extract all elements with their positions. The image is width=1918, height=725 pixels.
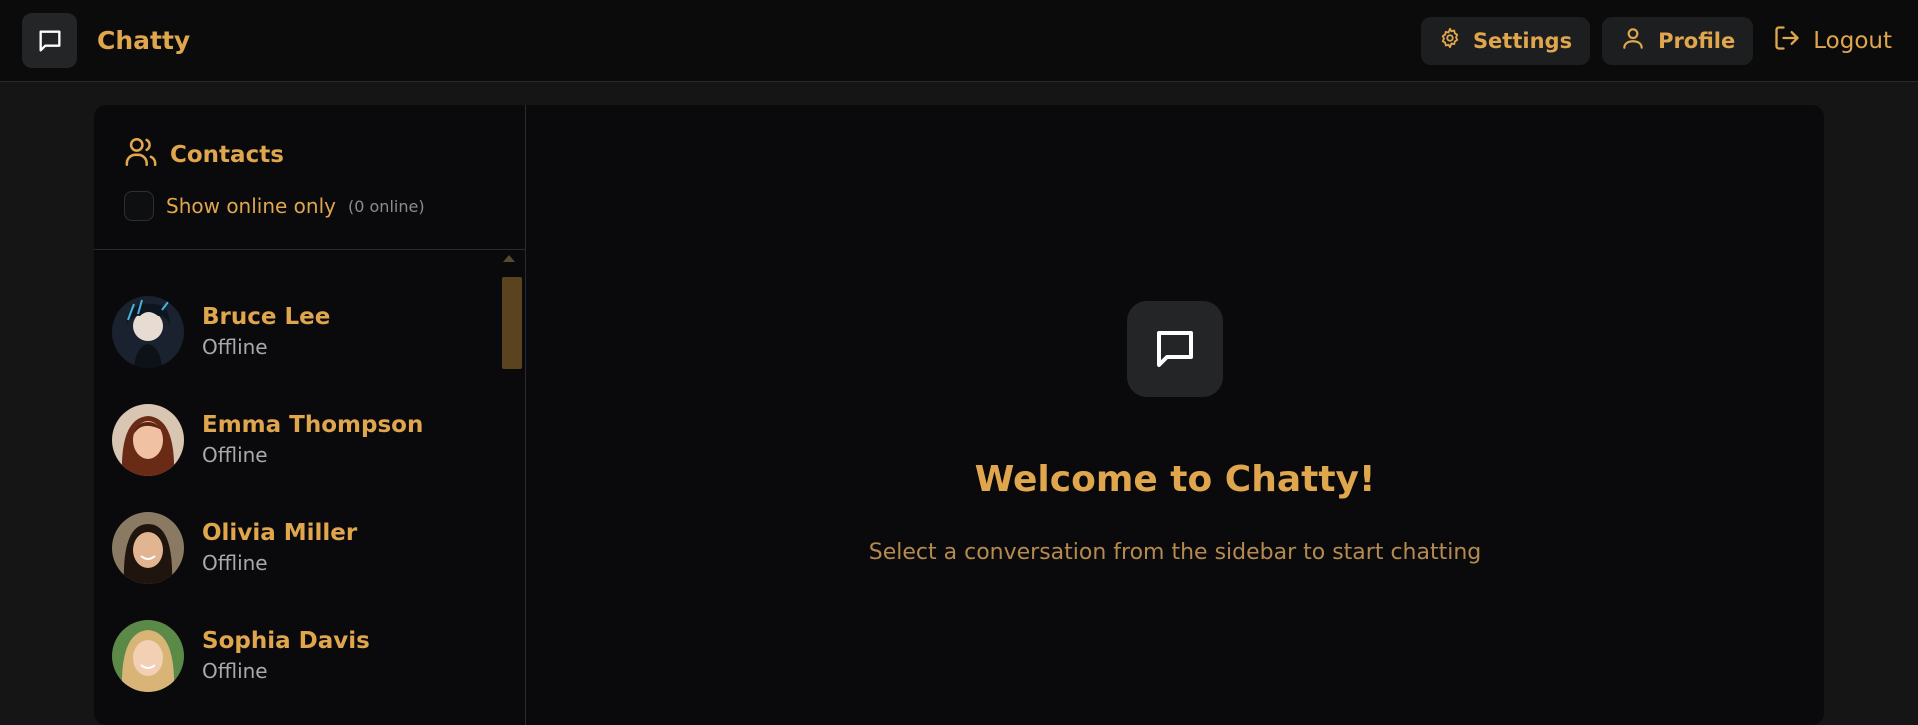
top-navbar: Chatty Settings Profile Logout (0, 0, 1918, 82)
online-filter: Show online only (0 online) (124, 191, 525, 221)
online-count: (0 online) (348, 196, 425, 216)
contact-info: Olivia Miller Offline (202, 518, 357, 578)
gear-icon (1439, 27, 1461, 54)
contact-item[interactable]: Olivia Miller Offline (94, 494, 525, 602)
contact-status: Offline (202, 335, 268, 359)
users-icon (124, 135, 158, 175)
user-icon (1620, 25, 1646, 56)
contact-info: Emma Thompson Offline (202, 410, 423, 470)
contacts-sidebar: Contacts Show online only (0 online) Bru… (94, 105, 526, 725)
profile-label: Profile (1658, 28, 1736, 53)
chat-bubble-icon (1127, 301, 1223, 397)
contact-status: Offline (202, 443, 268, 467)
contact-info: Sophia Davis Offline (202, 626, 370, 686)
contact-list: Bruce Lee Offline Emma Thompson Offline (94, 250, 525, 710)
online-only-checkbox[interactable] (124, 191, 154, 221)
logout-button[interactable]: Logout (1765, 17, 1896, 65)
contacts-header: Contacts Show online only (0 online) (94, 105, 525, 250)
contact-name: Olivia Miller (202, 520, 358, 546)
contact-item[interactable]: Sophia Davis Offline (94, 602, 525, 710)
contact-status: Offline (202, 659, 268, 683)
avatar (112, 620, 184, 692)
chat-bubble-icon (22, 13, 77, 68)
welcome-title: Welcome to Chatty! (974, 459, 1376, 500)
welcome-subtitle: Select a conversation from the sidebar t… (868, 540, 1482, 565)
profile-button[interactable]: Profile (1602, 16, 1754, 65)
contact-item[interactable]: Bruce Lee Offline (94, 278, 525, 386)
avatar (112, 296, 184, 368)
welcome-area: Welcome to Chatty! Select a conversation… (526, 105, 1824, 725)
contact-info: Bruce Lee Offline (202, 302, 330, 362)
logout-icon (1773, 24, 1801, 58)
brand[interactable]: Chatty (22, 13, 190, 68)
settings-button[interactable]: Settings (1420, 16, 1591, 65)
contacts-heading: Contacts (170, 142, 284, 168)
settings-label: Settings (1472, 28, 1573, 53)
chat-panel: Contacts Show online only (0 online) Bru… (94, 105, 1824, 725)
avatar (112, 512, 184, 584)
scroll-up-arrow[interactable] (503, 255, 515, 262)
nav-actions: Settings Profile Logout (1420, 16, 1896, 65)
app-name: Chatty (97, 26, 191, 55)
contact-name: Sophia Davis (202, 628, 370, 654)
scrollbar-thumb[interactable] (502, 277, 522, 369)
contact-name: Emma Thompson (202, 412, 424, 438)
contact-status: Offline (202, 551, 268, 575)
logout-label: Logout (1813, 27, 1892, 54)
contact-item[interactable]: Emma Thompson Offline (94, 386, 525, 494)
contact-name: Bruce Lee (202, 304, 331, 330)
online-only-label[interactable]: Show online only (166, 194, 336, 218)
avatar (112, 404, 184, 476)
contacts-title: Contacts (124, 135, 525, 175)
